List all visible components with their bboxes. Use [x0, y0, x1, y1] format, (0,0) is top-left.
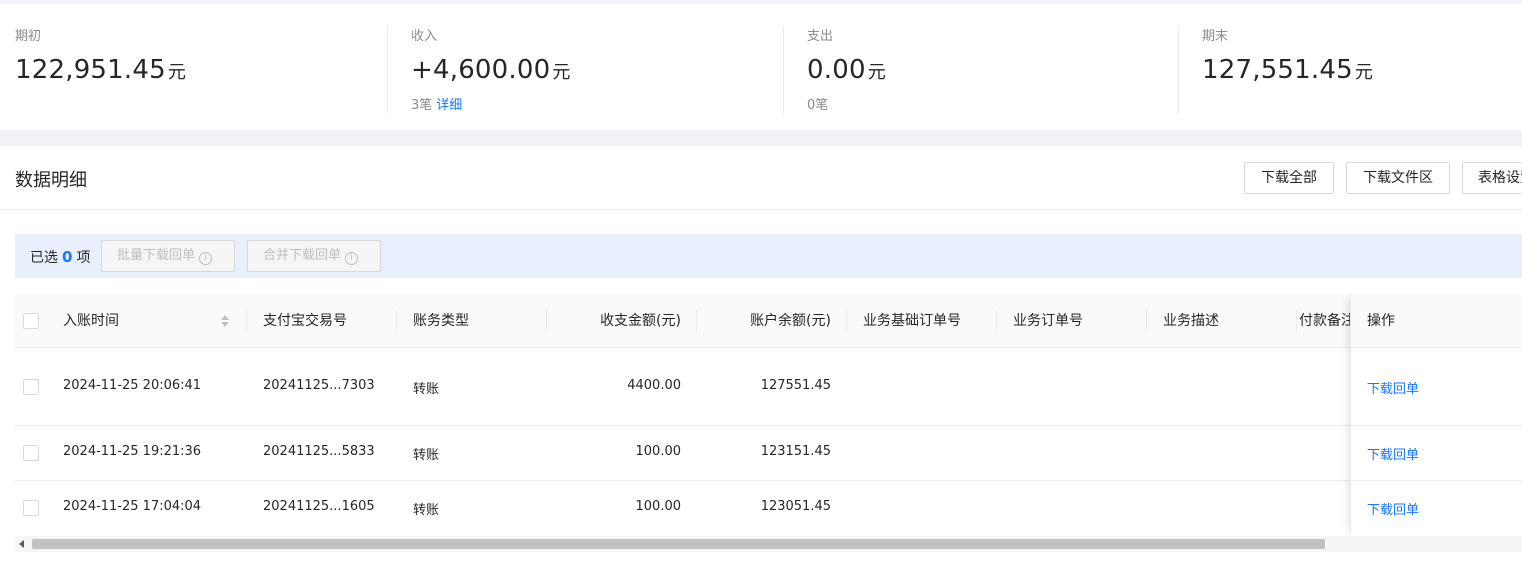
cell-balance: 123151.45: [760, 444, 831, 459]
header-description: 业务描述: [1163, 313, 1219, 329]
stat-opening-unit: 元: [167, 62, 187, 83]
header-separator: [246, 310, 247, 332]
header-separator: [996, 310, 997, 332]
header-balance: 账户余额(元): [750, 313, 831, 329]
divider: [1178, 26, 1179, 114]
cell-time: 2024-11-25 20:06:41: [63, 378, 202, 393]
table-row: 2024-11-25 19:21:36 20241125...5833 转账 1…: [15, 426, 1522, 481]
cell-time: 2024-11-25 17:04:04: [63, 499, 202, 514]
fixed-action-column: 操作 下载回单 下载回单 下载回单: [1350, 294, 1522, 534]
stat-expense-count: 0笔: [807, 98, 829, 113]
header-base-order: 业务基础订单号: [863, 313, 961, 329]
section-title: 数据明细: [15, 170, 87, 191]
section-header: 数据明细 下载全部 下载文件区 表格设置: [0, 146, 1522, 210]
batch-download-button[interactable]: 批量下载回单 i: [101, 240, 235, 272]
header-amount: 收支金额(元): [600, 313, 681, 329]
header-order-no: 业务订单号: [1013, 313, 1083, 329]
horizontal-scrollbar[interactable]: [15, 536, 1522, 552]
stat-opening: 期初 122,951.45 元: [15, 28, 395, 89]
row-checkbox[interactable]: [23, 445, 39, 461]
select-all-checkbox[interactable]: [23, 313, 39, 329]
header-trade-no: 支付宝交易号: [263, 313, 347, 329]
selection-prefix: 已选: [30, 250, 58, 266]
cell-amount: 4400.00: [627, 378, 681, 393]
download-receipt-link[interactable]: 下载回单: [1367, 499, 1419, 518]
stat-opening-amount: 122,951.45: [15, 55, 166, 85]
stat-expense-unit: 元: [867, 62, 886, 83]
info-icon: i: [345, 252, 359, 265]
stat-income-value: +4,600.00 元: [411, 54, 791, 89]
action-cell: 下载回单: [1351, 481, 1522, 534]
transactions-table: 入账时间 支付宝交易号 账务类型 收支金额(元) 账户余额(元) 业务基础订单号…: [15, 294, 1522, 534]
stat-closing-unit: 元: [1354, 62, 1374, 83]
header-separator: [396, 310, 397, 332]
stat-closing-amount: 127,551.45: [1202, 55, 1353, 85]
cell-amount: 100.00: [635, 444, 682, 459]
download-files-button[interactable]: 下载文件区: [1346, 162, 1450, 194]
cell-type: 转账: [413, 382, 440, 397]
stat-income: 收入 +4,600.00 元 3笔 详细: [411, 28, 791, 115]
divider: [783, 26, 784, 114]
action-header-cell: 操作: [1351, 294, 1522, 348]
row-checkbox[interactable]: [23, 500, 39, 516]
cell-balance: 123051.45: [760, 499, 831, 514]
download-receipt-link[interactable]: 下载回单: [1367, 444, 1419, 463]
header-separator: [546, 310, 547, 332]
cell-trade-no: 20241125...1605: [263, 499, 375, 514]
stat-opening-value: 122,951.45 元: [15, 54, 395, 89]
cell-trade-no: 20241125...7303: [263, 378, 375, 393]
stat-income-unit: 元: [552, 62, 571, 83]
stat-income-label: 收入: [411, 29, 438, 44]
cell-trade-no: 20241125...5833: [263, 444, 375, 459]
table-row: 2024-11-25 20:06:41 20241125...7303 转账 4…: [15, 349, 1522, 426]
header-separator: [1296, 310, 1297, 332]
scroll-left-icon[interactable]: [19, 540, 24, 548]
summary-panel: 期初 122,951.45 元 收入 +4,600.00 元 3笔 详细 支出 0.0…: [0, 4, 1522, 128]
income-detail-link[interactable]: 详细: [436, 98, 462, 113]
stat-income-count: 3笔: [411, 98, 433, 113]
header-type: 账务类型: [413, 313, 469, 329]
sort-icon[interactable]: [220, 314, 230, 328]
header-separator: [696, 310, 697, 332]
stat-closing-value: 127,551.45 元: [1202, 54, 1522, 89]
stat-income-sub: 3笔 详细: [411, 97, 791, 115]
stat-expense-label: 支出: [807, 29, 834, 44]
info-icon: i: [199, 252, 213, 265]
header-separator: [846, 310, 847, 332]
header-payment-note: 付款备注: [1299, 313, 1350, 329]
stat-expense: 支出 0.00 元 0笔: [807, 28, 1187, 115]
section-gap: [0, 130, 1522, 146]
stat-expense-amount: 0.00: [807, 55, 866, 85]
cell-type: 转账: [413, 448, 440, 463]
download-receipt-link[interactable]: 下载回单: [1367, 378, 1419, 397]
header-action: 操作: [1367, 313, 1395, 329]
batch-download-label: 批量下载回单: [117, 248, 196, 263]
table-header: 入账时间 支付宝交易号 账务类型 收支金额(元) 账户余额(元) 业务基础订单号…: [15, 294, 1522, 348]
selection-summary: 已选 0 项: [30, 247, 90, 267]
stat-opening-label: 期初: [15, 29, 42, 44]
row-checkbox[interactable]: [23, 379, 39, 395]
download-all-button[interactable]: 下载全部: [1244, 162, 1334, 194]
stat-expense-value: 0.00 元: [807, 54, 1187, 89]
table-row: 2024-11-25 17:04:04 20241125...1605 转账 1…: [15, 481, 1522, 534]
table-settings-button[interactable]: 表格设置: [1462, 162, 1522, 194]
cell-balance: 127551.45: [760, 378, 831, 393]
scrollbar-thumb[interactable]: [32, 539, 1325, 549]
cell-amount: 100.00: [635, 499, 682, 514]
selection-bar: 已选 0 项 批量下载回单 i 合并下载回单 i: [15, 234, 1522, 278]
action-cell: 下载回单: [1351, 349, 1522, 426]
merge-download-label: 合并下载回单: [263, 248, 342, 263]
header-separator: [1146, 310, 1147, 332]
divider: [387, 26, 388, 114]
stat-closing-label: 期末: [1202, 29, 1229, 44]
action-cell: 下载回单: [1351, 426, 1522, 481]
stat-closing: 期末 127,551.45 元: [1202, 28, 1522, 89]
selection-count: 0: [62, 248, 73, 266]
stat-income-amount: +4,600.00: [411, 55, 551, 85]
cell-time: 2024-11-25 19:21:36: [63, 444, 202, 459]
cell-type: 转账: [413, 503, 440, 518]
selection-suffix: 项: [76, 250, 91, 266]
header-time[interactable]: 入账时间: [63, 294, 119, 348]
merge-download-button[interactable]: 合并下载回单 i: [247, 240, 381, 272]
